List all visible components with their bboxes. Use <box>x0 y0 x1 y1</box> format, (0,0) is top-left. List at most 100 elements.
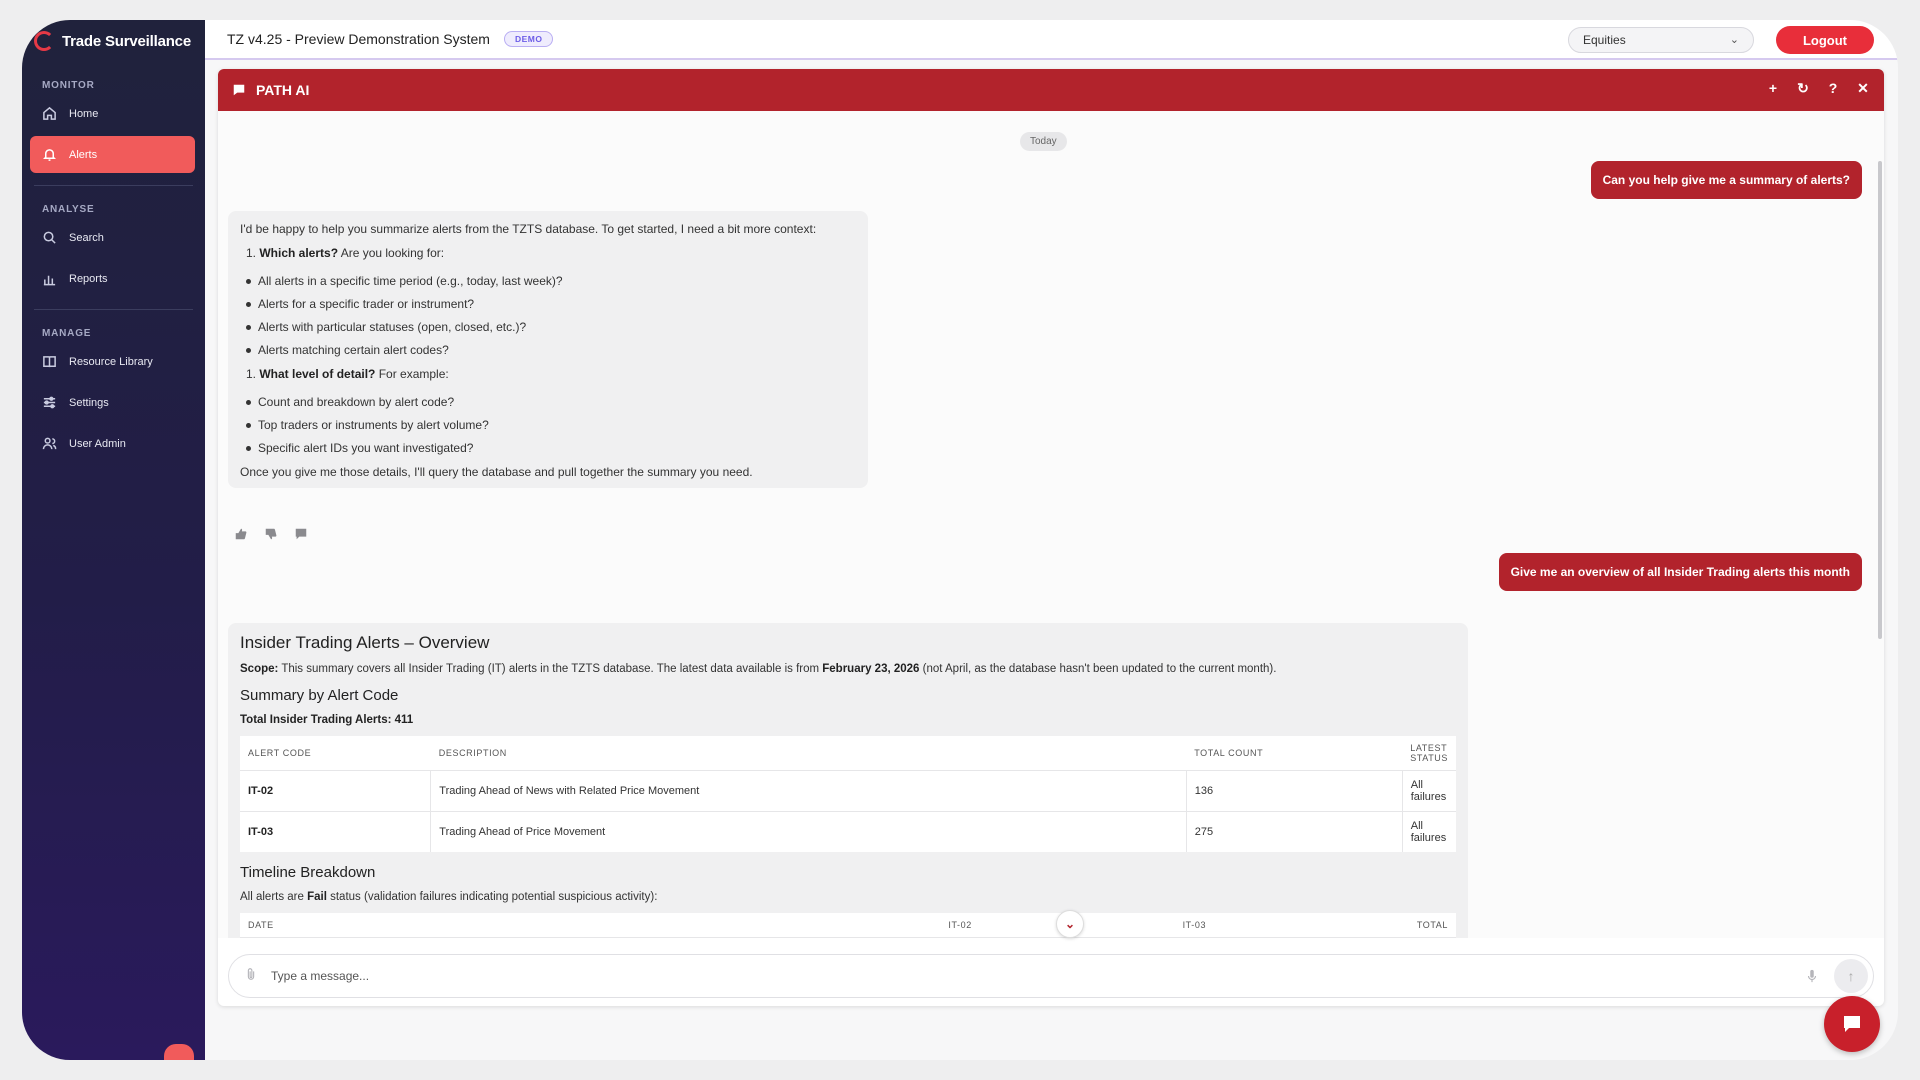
ai-intro: I'd be happy to help you summarize alert… <box>240 222 817 236</box>
chat-header-actions: + ↻ ? ✕ <box>1766 81 1870 95</box>
report-title: Insider Trading Alerts – Overview <box>240 633 490 652</box>
alert-code-cell: IT-03 <box>240 811 432 852</box>
chat-messages[interactable]: Today Can you help give me a summary of … <box>218 111 1884 938</box>
sidebar-item-label: User Admin <box>69 437 126 450</box>
ai-question-2-title: What level of detail? <box>259 367 376 381</box>
sidebar-item-search[interactable]: Search <box>30 219 195 256</box>
bell-icon <box>43 149 56 161</box>
description-cell: Trading Ahead of Price Movement <box>430 811 1187 852</box>
sliders-icon <box>43 396 56 409</box>
chat-icon <box>233 84 245 96</box>
list-item: Specific alert IDs you want investigated… <box>240 442 856 454</box>
sidebar-item-home[interactable]: Home <box>30 95 195 132</box>
search-icon <box>43 231 56 244</box>
scope-text: This summary covers all Insider Trading … <box>278 663 823 675</box>
table-header-row: DATE IT-02 IT-03 TOTAL <box>240 913 1456 938</box>
demo-badge: DEMO <box>503 31 554 47</box>
scope-date: February 23, 2026 <box>822 663 920 675</box>
sidebar-item-label: Search <box>69 231 104 244</box>
brand-name: Trade Surveillance <box>62 32 191 50</box>
market-select[interactable]: Equities ⌄ <box>1568 27 1754 53</box>
total-alerts: Total Insider Trading Alerts: 411 <box>240 714 1456 726</box>
report-scope: Scope: This summary covers all Insider T… <box>240 663 1456 675</box>
date-separator: Today <box>1020 132 1067 151</box>
timeline-pre: All alerts are <box>240 891 308 903</box>
sidebar-item-alerts[interactable]: Alerts <box>30 136 195 173</box>
book-icon <box>43 356 56 368</box>
system-title: TZ v4.25 - Preview Demonstration System <box>227 31 490 47</box>
microphone-icon[interactable] <box>1806 969 1820 983</box>
brand[interactable]: Trade Surveillance <box>22 20 205 62</box>
notification-indicator[interactable] <box>164 1044 194 1060</box>
sidebar-item-label: Resource Library <box>69 355 153 368</box>
table-row: IT-02 Trading Ahead of News with Related… <box>240 770 1456 812</box>
status-cell: All failures <box>1402 770 1456 812</box>
chat-panel: PATH AI + ↻ ? ✕ Today Can you help give … <box>218 69 1884 1006</box>
message-feedback <box>234 527 308 541</box>
sidebar-item-settings[interactable]: Settings <box>30 384 195 421</box>
timeline-table: DATE IT-02 IT-03 TOTAL <box>240 913 1456 938</box>
timeline-post: status (validation failures indicating p… <box>326 891 658 903</box>
count-cell: 275 <box>1186 811 1403 852</box>
logout-button[interactable]: Logout <box>1776 26 1874 54</box>
close-icon[interactable]: ✕ <box>1856 81 1870 95</box>
table-header: DESCRIPTION <box>430 736 1187 771</box>
total-alerts-text: Total Insider Trading Alerts: 411 <box>240 714 414 726</box>
bar-chart-icon <box>43 275 56 286</box>
help-icon[interactable]: ? <box>1826 81 1840 95</box>
users-icon <box>42 437 57 450</box>
ai-question-1: 1. Which alerts? Are you looking for: <box>246 246 445 260</box>
message-input[interactable] <box>271 969 1806 983</box>
section-manage: MANAGE <box>42 328 92 339</box>
status-cell: All failures <box>1402 811 1456 852</box>
ai-question-1-rest: Are you looking for: <box>338 246 445 260</box>
section-monitor: MONITOR <box>42 80 95 91</box>
chat-panel-header: PATH AI + ↻ ? ✕ <box>218 69 1884 111</box>
chat-bubble-icon <box>1844 1016 1860 1032</box>
open-chat-button[interactable] <box>1824 996 1880 1052</box>
alert-code-cell: IT-02 <box>240 770 432 812</box>
message-composer: ↑ <box>228 954 1874 998</box>
new-chat-icon[interactable]: + <box>1766 81 1780 95</box>
attachment-icon[interactable] <box>245 967 257 986</box>
send-button[interactable]: ↑ <box>1834 959 1868 993</box>
table-header: TOTAL <box>1408 913 1456 938</box>
sidebar-item-reports[interactable]: Reports <box>30 260 195 297</box>
table-header-row: ALERT CODE DESCRIPTION TOTAL COUNT LATES… <box>240 736 1456 771</box>
sidebar: Trade Surveillance MONITOR Home Alerts A… <box>22 20 205 1060</box>
ai-question-2-rest: For example: <box>375 367 449 381</box>
ai-report-message: Insider Trading Alerts – Overview Scope:… <box>228 623 1468 938</box>
comment-icon[interactable] <box>294 527 308 541</box>
chevron-down-icon: ⌄ <box>1729 34 1739 46</box>
ai-question-2-list: Count and breakdown by alert code? Top t… <box>240 396 856 454</box>
thumbs-up-icon[interactable] <box>234 527 248 541</box>
sidebar-item-label: Alerts <box>69 148 98 161</box>
ai-question-1-list: All alerts in a specific time period (e.… <box>240 275 856 356</box>
alert-code-table: ALERT CODE DESCRIPTION TOTAL COUNT LATES… <box>240 736 1456 852</box>
list-item: Top traders or instruments by alert volu… <box>240 419 856 431</box>
scope-tail: (not April, as the database hasn't been … <box>919 663 1277 675</box>
ai-message: I'd be happy to help you summarize alert… <box>228 211 868 488</box>
arrow-up-icon: ↑ <box>1847 968 1855 984</box>
list-item: Alerts with particular statuses (open, c… <box>240 321 856 333</box>
sidebar-item-label: Settings <box>69 396 109 409</box>
sidebar-item-user-admin[interactable]: User Admin <box>30 425 195 462</box>
timeline-heading: Timeline Breakdown <box>240 864 376 881</box>
scope-label: Scope: <box>240 663 279 675</box>
chat-scrollbar[interactable] <box>1878 161 1882 639</box>
market-select-value: Equities <box>1583 33 1626 47</box>
app-frame: Trade Surveillance MONITOR Home Alerts A… <box>22 20 1898 1060</box>
table-header: IT-03 <box>1174 913 1409 938</box>
scroll-down-button[interactable]: ⌄ <box>1056 910 1084 938</box>
thumbs-down-icon[interactable] <box>264 527 278 541</box>
table-header: DATE <box>240 913 941 938</box>
description-cell: Trading Ahead of News with Related Price… <box>430 770 1187 812</box>
chat-panel-title: PATH AI <box>256 82 310 98</box>
history-icon[interactable]: ↻ <box>1796 81 1810 95</box>
timeline-note: All alerts are Fail status (validation f… <box>240 891 1456 903</box>
sidebar-item-resource-library[interactable]: Resource Library <box>30 343 195 380</box>
timeline-bold: Fail <box>307 891 327 903</box>
list-item: Count and breakdown by alert code? <box>240 396 856 408</box>
ai-outro: Once you give me those details, I'll que… <box>240 465 753 479</box>
ai-question-1-title: Which alerts? <box>259 246 339 260</box>
